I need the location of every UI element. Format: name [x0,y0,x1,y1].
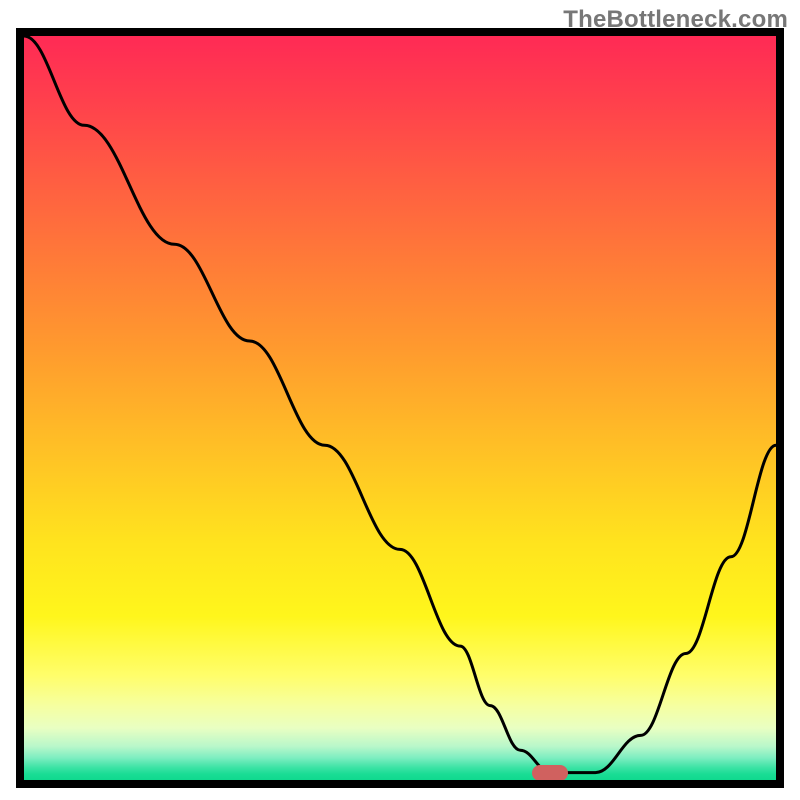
watermark-text: TheBottleneck.com [563,6,788,34]
chart-stage: TheBottleneck.com [0,0,800,800]
bottleneck-curve [24,36,776,780]
optimum-marker [532,765,568,780]
plot-area [24,36,776,780]
